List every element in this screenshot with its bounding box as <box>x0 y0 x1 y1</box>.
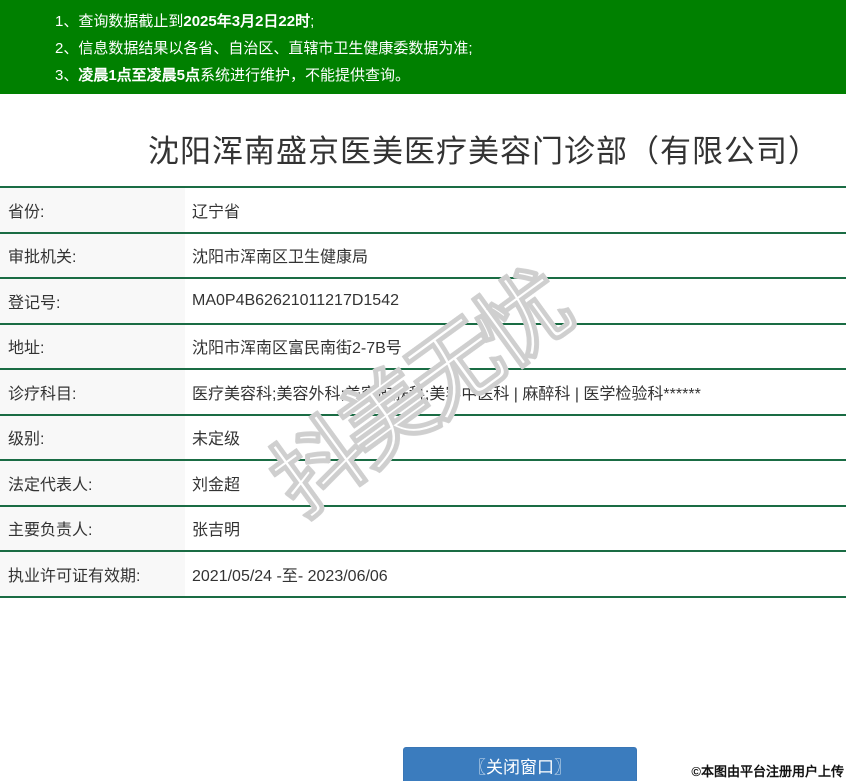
notice-text: ; <box>310 13 314 30</box>
row-value: 辽宁省 <box>192 188 240 232</box>
row-label: 级别: <box>0 416 185 460</box>
table-row: 执业许可证有效期: 2021/05/24 -至- 2023/06/06 <box>0 550 846 596</box>
row-value: 沈阳市浑南区卫生健康局 <box>192 234 368 278</box>
row-label: 地址: <box>0 325 185 369</box>
row-value: 刘金超 <box>192 461 240 505</box>
notice-text: 查询数据截止到 <box>78 13 183 30</box>
row-value: 张吉明 <box>192 507 240 551</box>
close-window-button[interactable]: 〖关闭窗口〗 <box>403 747 637 781</box>
row-value: MA0P4B62621011217D1542 <box>192 279 399 323</box>
notice-line: 1、查询数据截止到2025年3月2日22时; <box>55 8 846 35</box>
row-value: 沈阳市浑南区富民南街2-7B号 <box>192 325 402 369</box>
table-row: 登记号: MA0P4B62621011217D1542 <box>0 277 846 323</box>
table-row: 审批机关: 沈阳市浑南区卫生健康局 <box>0 232 846 278</box>
notice-number: 2、 <box>55 40 78 57</box>
notice-line: 2、信息数据结果以各省、自治区、直辖市卫生健康委数据为准; <box>55 35 846 62</box>
table-row: 法定代表人: 刘金超 <box>0 459 846 505</box>
notice-bold-text: 凌晨1点至凌晨5点 <box>78 67 200 84</box>
notice-number: 3、 <box>55 67 78 84</box>
row-label: 主要负责人: <box>0 507 185 551</box>
row-label: 省份: <box>0 188 185 232</box>
row-label: 诊疗科目: <box>0 370 185 414</box>
row-label: 审批机关: <box>0 234 185 278</box>
notice-line: 3、凌晨1点至凌晨5点系统进行维护，不能提供查询。 <box>55 62 846 89</box>
table-row: 级别: 未定级 <box>0 414 846 460</box>
row-label: 登记号: <box>0 279 185 323</box>
row-label: 法定代表人: <box>0 461 185 505</box>
row-value: 2021/05/24 -至- 2023/06/06 <box>192 552 388 596</box>
table-row: 诊疗科目: 医疗美容科;美容外科;美容皮肤科;美容中医科 | 麻醉科 | 医学检… <box>0 368 846 414</box>
table-row: 地址: 沈阳市浑南区富民南街2-7B号 <box>0 323 846 369</box>
table-row: 主要负责人: 张吉明 <box>0 505 846 551</box>
notice-text: 系统进行维护，不能提供查询。 <box>200 67 410 84</box>
row-value: 未定级 <box>192 416 240 460</box>
row-value: 医疗美容科;美容外科;美容皮肤科;美容中医科 | 麻醉科 | 医学检验科****… <box>192 370 701 414</box>
table-row: 省份: 辽宁省 <box>0 186 846 232</box>
page-title: 沈阳浑南盛京医美医疗美容门诊部（有限公司） <box>148 126 820 171</box>
notice-number: 1、 <box>55 13 78 30</box>
row-label: 执业许可证有效期: <box>0 552 185 596</box>
upload-caption: ©本图由平台注册用户上传 <box>691 761 844 780</box>
notice-text: 信息数据结果以各省、自治区、直辖市卫生健康委数据为准; <box>78 40 472 57</box>
info-table: 省份: 辽宁省 审批机关: 沈阳市浑南区卫生健康局 登记号: MA0P4B626… <box>0 186 846 598</box>
notice-bold-text: 2025年3月2日22时 <box>183 13 310 30</box>
notice-banner: 1、查询数据截止到2025年3月2日22时; 2、信息数据结果以各省、自治区、直… <box>0 0 846 94</box>
